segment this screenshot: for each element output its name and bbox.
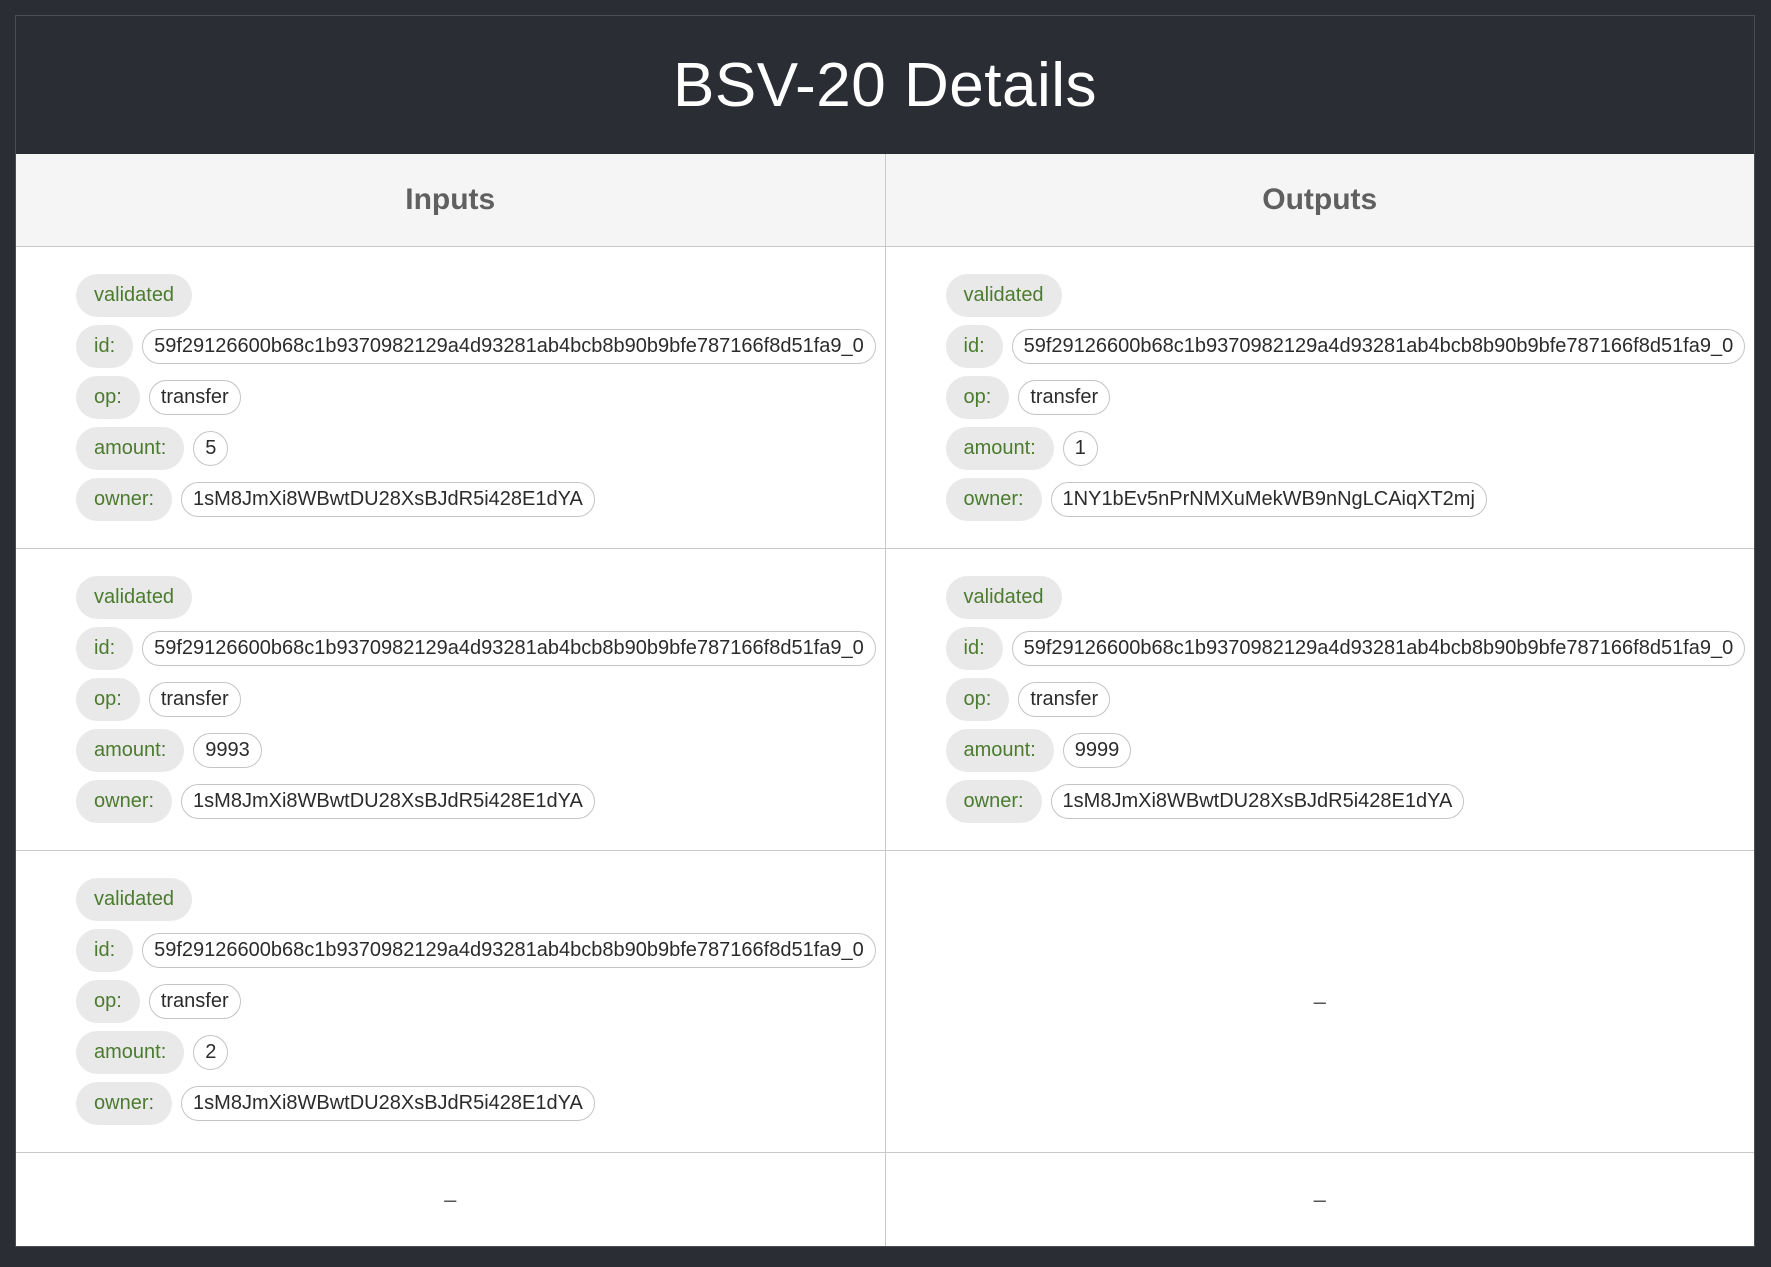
- table-row: validated id: 59f29126600b68c1b937098212…: [16, 246, 1755, 549]
- id-value[interactable]: 59f29126600b68c1b9370982129a4d93281ab4bc…: [142, 329, 876, 364]
- owner-value[interactable]: 1sM8JmXi8WBwtDU28XsBJdR5i428E1dYA: [1050, 784, 1465, 819]
- id-value[interactable]: 59f29126600b68c1b9370982129a4d93281ab4bc…: [1011, 631, 1746, 666]
- owner-value[interactable]: 1NY1bEv5nPrNMXuMekWB9nNgLCAiqXT2mj: [1050, 482, 1487, 517]
- amount-label: amount:: [76, 427, 185, 470]
- token-card: validated id: 59f29126600b68c1b937098212…: [16, 274, 885, 521]
- owner-label: owner:: [76, 478, 173, 521]
- input-cell: validated id: 59f29126600b68c1b937098212…: [16, 246, 886, 549]
- op-value: transfer: [148, 380, 241, 415]
- owner-label: owner:: [945, 478, 1042, 521]
- op-value: transfer: [1018, 380, 1111, 415]
- empty-placeholder: –: [1313, 988, 1326, 1014]
- op-label: op:: [76, 376, 140, 419]
- output-cell-empty: –: [885, 850, 1754, 1153]
- id-label: id:: [76, 627, 134, 670]
- table-row: validated id: 59f29126600b68c1b937098212…: [16, 850, 1754, 1153]
- validated-badge: validated: [945, 274, 1062, 317]
- inputs-header: Inputs: [16, 154, 886, 247]
- amount-label: amount:: [945, 729, 1054, 772]
- output-cell: validated id: 59f29126600b68c1b937098212…: [885, 548, 1755, 851]
- op-value: transfer: [148, 984, 241, 1019]
- amount-value: 9999: [1062, 733, 1132, 768]
- id-value[interactable]: 59f29126600b68c1b9370982129a4d93281ab4bc…: [1011, 329, 1746, 364]
- empty-placeholder: –: [444, 1186, 457, 1212]
- op-label: op:: [945, 678, 1010, 721]
- empty-placeholder: –: [1313, 1186, 1326, 1212]
- page-title: BSV-20 Details: [673, 50, 1097, 120]
- id-label: id:: [945, 627, 1003, 670]
- owner-label: owner:: [945, 780, 1042, 823]
- amount-label: amount:: [945, 427, 1054, 470]
- input-cell: validated id: 59f29126600b68c1b937098212…: [16, 850, 886, 1153]
- op-value: transfer: [1018, 682, 1111, 717]
- output-cell: validated id: 59f29126600b68c1b937098212…: [885, 246, 1755, 549]
- table-header-row: Inputs Outputs: [16, 154, 1754, 247]
- id-label: id:: [945, 325, 1003, 368]
- amount-value: 2: [193, 1035, 229, 1070]
- amount-value: 5: [193, 431, 229, 466]
- owner-label: owner:: [76, 1082, 173, 1125]
- validated-badge: validated: [945, 576, 1062, 619]
- input-cell: validated id: 59f29126600b68c1b937098212…: [16, 548, 886, 851]
- validated-badge: validated: [76, 576, 193, 619]
- id-label: id:: [76, 325, 134, 368]
- amount-label: amount:: [76, 729, 185, 772]
- amount-value: 1: [1062, 431, 1098, 466]
- details-panel: BSV-20 Details Inputs Outputs validated …: [15, 15, 1755, 1247]
- io-table: Inputs Outputs validated id: 59f29126600…: [16, 154, 1754, 1246]
- op-label: op:: [76, 678, 140, 721]
- owner-label: owner:: [76, 780, 173, 823]
- id-label: id:: [76, 929, 134, 972]
- output-cell-empty: –: [885, 1153, 1754, 1247]
- token-card: validated id: 59f29126600b68c1b937098212…: [16, 878, 885, 1125]
- op-value: transfer: [148, 682, 241, 717]
- table-row: – –: [16, 1152, 1754, 1247]
- op-label: op:: [76, 980, 140, 1023]
- outputs-header: Outputs: [885, 154, 1754, 247]
- validated-badge: validated: [76, 274, 193, 317]
- id-value[interactable]: 59f29126600b68c1b9370982129a4d93281ab4bc…: [142, 631, 876, 666]
- table-row: validated id: 59f29126600b68c1b937098212…: [16, 548, 1755, 851]
- amount-label: amount:: [76, 1031, 185, 1074]
- token-card: validated id: 59f29126600b68c1b937098212…: [16, 576, 885, 823]
- token-card: validated id: 59f29126600b68c1b937098212…: [886, 576, 1755, 823]
- validated-badge: validated: [76, 878, 193, 921]
- token-card: validated id: 59f29126600b68c1b937098212…: [886, 274, 1755, 521]
- op-label: op:: [945, 376, 1010, 419]
- title-bar: BSV-20 Details: [16, 16, 1754, 154]
- id-value[interactable]: 59f29126600b68c1b9370982129a4d93281ab4bc…: [142, 933, 876, 968]
- owner-value[interactable]: 1sM8JmXi8WBwtDU28XsBJdR5i428E1dYA: [181, 1086, 595, 1121]
- owner-value[interactable]: 1sM8JmXi8WBwtDU28XsBJdR5i428E1dYA: [181, 784, 595, 819]
- owner-value[interactable]: 1sM8JmXi8WBwtDU28XsBJdR5i428E1dYA: [181, 482, 595, 517]
- input-cell-empty: –: [16, 1152, 886, 1246]
- amount-value: 9993: [193, 733, 262, 768]
